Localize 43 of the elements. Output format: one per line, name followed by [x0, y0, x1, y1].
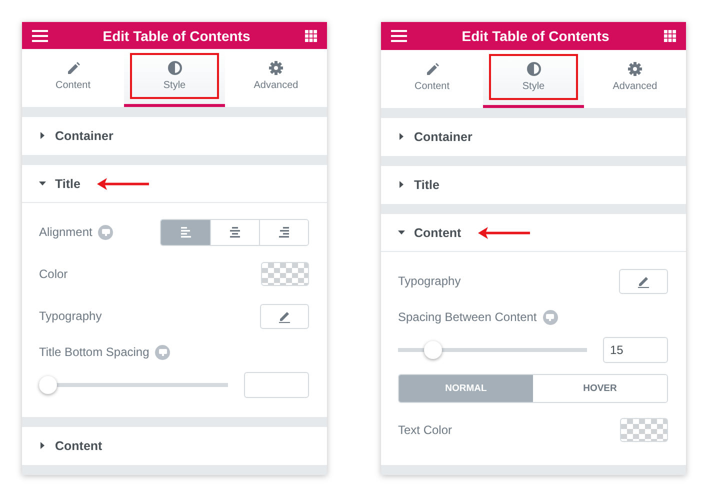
- control-label: Title Bottom Spacing: [39, 345, 150, 359]
- menu-icon[interactable]: [32, 30, 48, 42]
- color-swatch[interactable]: [261, 262, 309, 286]
- panel-title: Edit Table of Contents: [102, 28, 250, 44]
- pencil-icon: [638, 274, 650, 288]
- caret-icon: [39, 180, 46, 187]
- control-label: Color: [39, 267, 68, 281]
- align-left-icon: [180, 226, 190, 238]
- alignment-button[interactable]: [161, 220, 210, 244]
- align-center-icon: [230, 226, 240, 238]
- control-label: Spacing Between Content: [398, 310, 537, 324]
- control-label: Typography: [398, 274, 461, 288]
- contrast-icon: [526, 62, 540, 76]
- panel-title: Edit Table of Contents: [462, 28, 610, 44]
- gear-icon: [628, 62, 642, 76]
- grid-icon[interactable]: [664, 30, 676, 42]
- gear-icon: [269, 61, 283, 75]
- edit-button[interactable]: [260, 304, 309, 328]
- color-swatch[interactable]: [620, 418, 668, 442]
- pencil-icon: [426, 62, 438, 76]
- menu-icon[interactable]: [391, 30, 407, 42]
- grid-icon[interactable]: [304, 30, 317, 42]
- desktop-icon[interactable]: [98, 224, 114, 240]
- slider-thumb[interactable]: [424, 341, 442, 359]
- desktop-icon[interactable]: [155, 344, 170, 360]
- control-label: Text Color: [398, 423, 452, 437]
- alignment-button[interactable]: [259, 220, 308, 244]
- caret-icon: [39, 132, 46, 139]
- edit-button[interactable]: [619, 268, 668, 294]
- slider-thumb[interactable]: [39, 376, 57, 394]
- number-field[interactable]: [244, 372, 309, 398]
- caret-icon: [398, 133, 405, 140]
- caret-icon: [398, 181, 405, 188]
- control-label: Alignment: [39, 225, 92, 239]
- pencil-icon: [278, 310, 290, 322]
- align-right-icon: [279, 226, 289, 238]
- contrast-icon: [168, 61, 182, 75]
- caret-icon: [398, 229, 405, 236]
- desktop-icon[interactable]: [542, 310, 558, 324]
- caret-icon: [39, 442, 46, 449]
- control-label: Typography: [39, 309, 102, 323]
- pencil-icon: [66, 62, 80, 74]
- number-field[interactable]: 15: [603, 337, 668, 363]
